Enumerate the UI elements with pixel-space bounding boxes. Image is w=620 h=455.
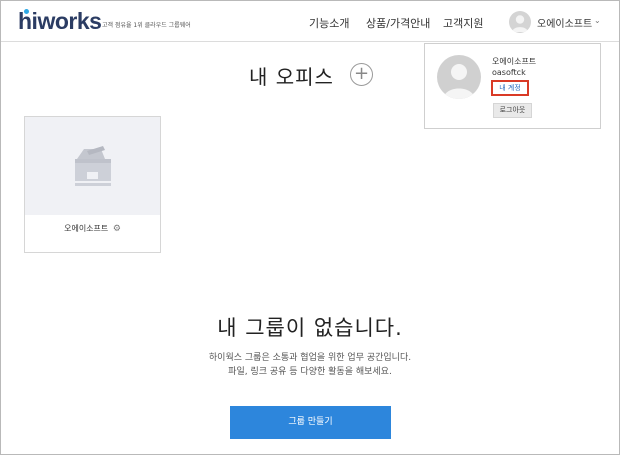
empty-group-description: 하이웍스 그룹은 소통과 협업을 위한 업무 공간입니다. 파일, 링크 공유 … [1, 351, 619, 379]
profile-id: oasoftck [492, 68, 526, 77]
office-card-caption: 오에이소프트 ⚙ [25, 223, 160, 234]
office-name: 오에이소프트 [64, 224, 109, 233]
page-title: 내 오피스 [249, 65, 334, 89]
logo-tagline: 고객 점유율 1위 클라우드 그룹웨어 [102, 22, 191, 29]
my-account-link[interactable]: 내 계정 [491, 80, 529, 96]
building-icon [75, 146, 111, 186]
office-card[interactable]: 오에이소프트 ⚙ [24, 116, 161, 253]
create-group-button[interactable]: 그룹 만들기 [230, 406, 391, 439]
nav-features[interactable]: 기능소개 [309, 15, 349, 31]
logo-dot-icon [24, 9, 29, 14]
top-header: hiworks 고객 점유율 1위 클라우드 그룹웨어 기능소개 상품/가격안내… [1, 1, 619, 42]
empty-desc-line-2: 파일, 링크 공유 등 다양한 활동을 해보세요. [228, 367, 392, 377]
nav-support[interactable]: 고객지원 [443, 15, 483, 31]
add-office-button[interactable]: + [350, 63, 373, 86]
user-menu-name[interactable]: 오에이소프트 [537, 15, 592, 30]
hiworks-logo[interactable]: hiworks [18, 8, 102, 34]
logout-button[interactable]: 로그아웃 [493, 103, 532, 118]
profile-avatar-icon [437, 55, 481, 99]
empty-desc-line-1: 하이웍스 그룹은 소통과 협업을 위한 업무 공간입니다. [208, 353, 412, 363]
chevron-down-icon[interactable]: ⌄ [594, 16, 601, 25]
nav-pricing[interactable]: 상품/가격안내 [366, 15, 430, 31]
office-thumbnail [25, 117, 160, 215]
user-avatar-icon[interactable] [509, 11, 531, 33]
gear-icon[interactable]: ⚙ [113, 224, 121, 234]
empty-group-title: 내 그룹이 없습니다. [217, 316, 403, 340]
profile-dropdown: 오에이소프트 oasoftck 내 계정 로그아웃 [424, 43, 601, 129]
profile-name: 오에이소프트 [492, 57, 537, 66]
